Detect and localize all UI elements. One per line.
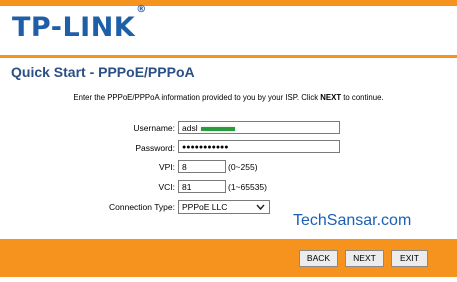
chevron-down-icon [256, 201, 265, 216]
watermark-text: TechSansar.com [293, 212, 412, 229]
vci-label: VCI: [158, 182, 175, 192]
vpi-label: VPI: [158, 162, 175, 172]
back-button[interactable]: BACK [299, 250, 338, 267]
next-button[interactable]: NEXT [345, 250, 384, 267]
password-label: Password: [135, 143, 175, 153]
connection-type-value: PPPoE LLC [182, 202, 228, 212]
vci-value: 81 [182, 182, 192, 192]
tp-link-logo: TP-LINK® [12, 4, 147, 43]
username-label: Username: [133, 123, 175, 133]
redaction-mark [200, 126, 235, 131]
vpi-value: 8 [182, 162, 187, 172]
vpi-hint: (0~255) [228, 162, 258, 172]
top-accent-bar [0, 0, 457, 6]
password-value: ●●●●●●●●●●● [182, 144, 229, 151]
username-field[interactable]: adsl [178, 121, 340, 134]
instructions-emphasis: NEXT [320, 93, 342, 102]
header-divider [0, 55, 457, 58]
exit-button[interactable]: EXIT [391, 250, 428, 267]
connection-type-label: Connection Type: [109, 202, 175, 212]
brand-name: TP-LINK [12, 12, 136, 43]
username-value: adsl [182, 123, 198, 133]
password-field[interactable]: ●●●●●●●●●●● [178, 140, 340, 153]
instructions-before: Enter the PPPoE/PPPoA information provid… [73, 93, 321, 102]
footer-bar [0, 239, 457, 277]
vci-hint: (1~65535) [228, 182, 267, 192]
trademark-symbol: ® [136, 4, 147, 15]
instructions-text: Enter the PPPoE/PPPoA information provid… [0, 93, 457, 102]
instructions-after: to continue. [341, 93, 384, 102]
vpi-field[interactable]: 8 [178, 160, 226, 173]
page-title: Quick Start - PPPoE/PPPoA [11, 64, 195, 80]
vci-field[interactable]: 81 [178, 180, 226, 193]
connection-type-select[interactable]: PPPoE LLC [178, 200, 270, 214]
